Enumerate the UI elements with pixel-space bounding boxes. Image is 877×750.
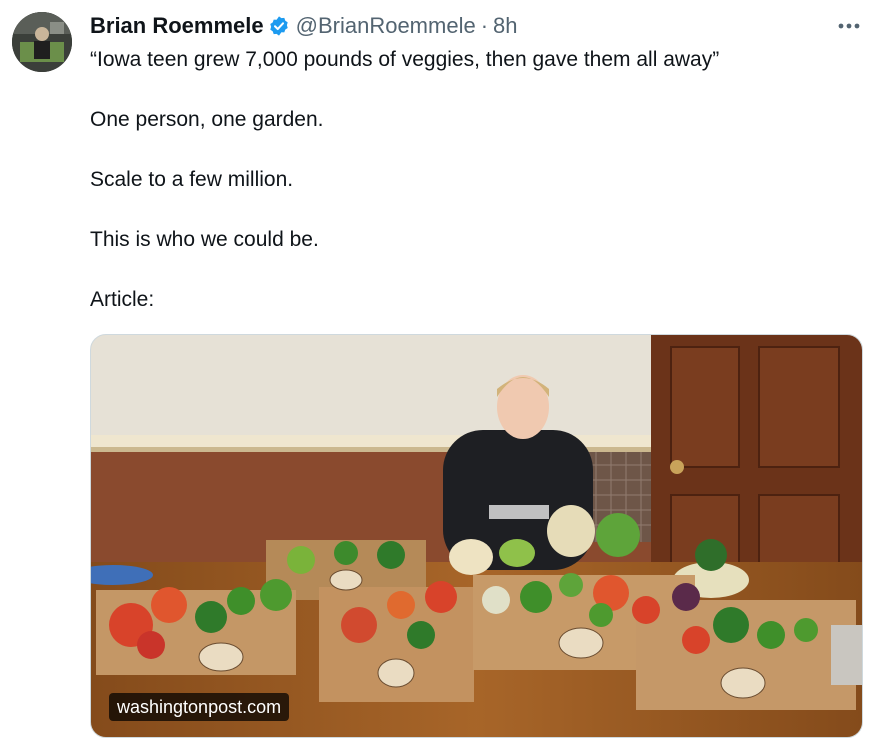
tweet-paragraph: “Iowa teen grew 7,000 pounds of veggies,… bbox=[90, 48, 720, 71]
handle[interactable]: @BrianRoemmele bbox=[296, 13, 476, 39]
verified-badge-icon bbox=[269, 16, 288, 36]
tweet-paragraph: This is who we could be. bbox=[90, 228, 319, 251]
tweet-paragraph: Article: bbox=[90, 288, 155, 311]
tweet-paragraph: Scale to a few million. bbox=[90, 168, 294, 191]
link-card[interactable]: washingtonpost.com bbox=[90, 334, 863, 738]
separator-dot: · bbox=[480, 13, 489, 38]
display-name[interactable]: Brian Roemmele bbox=[90, 13, 264, 39]
tweet-header: Brian Roemmele @BrianRoemmele · 8h bbox=[90, 12, 518, 40]
link-card-domain[interactable]: washingtonpost.com bbox=[109, 693, 290, 721]
more-options-icon[interactable] bbox=[835, 16, 863, 36]
avatar[interactable] bbox=[12, 12, 72, 72]
tweet-paragraph: One person, one garden. bbox=[90, 108, 324, 131]
avatar-image bbox=[12, 12, 72, 72]
timestamp[interactable]: 8h bbox=[493, 13, 517, 39]
tweet: Brian Roemmele @BrianRoemmele · 8h “Iowa… bbox=[0, 0, 877, 750]
tweet-text: “Iowa teen grew 7,000 pounds of veggies,… bbox=[90, 46, 860, 346]
article-photo bbox=[91, 335, 862, 737]
